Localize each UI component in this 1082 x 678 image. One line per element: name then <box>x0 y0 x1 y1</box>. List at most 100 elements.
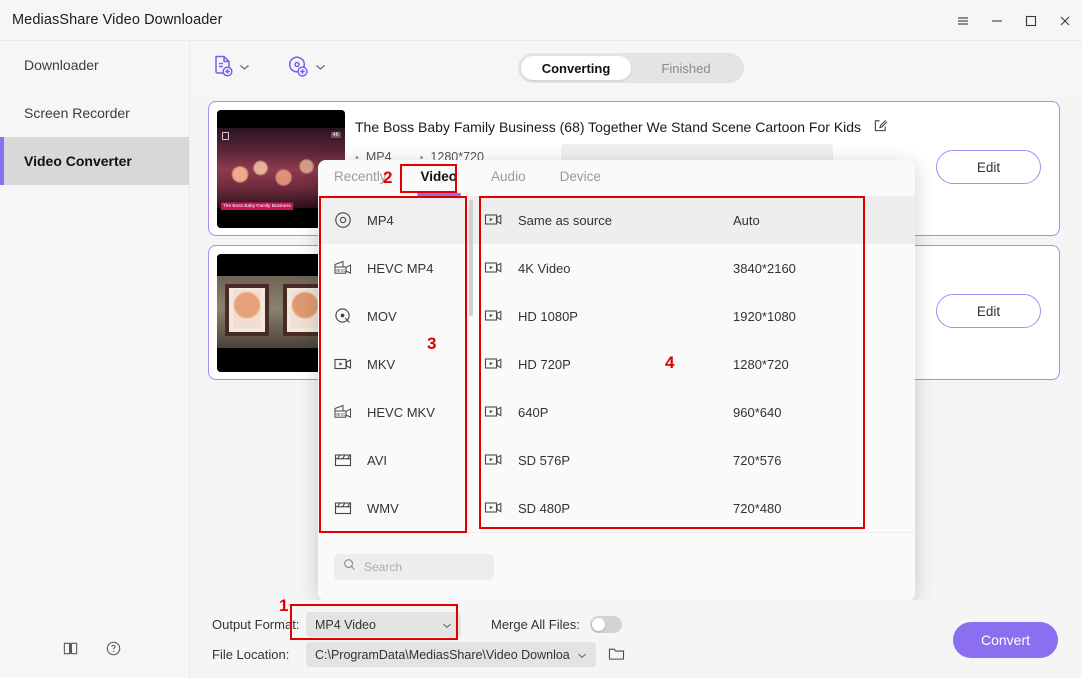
disc-icon <box>332 209 354 231</box>
format-search-bar <box>318 532 915 601</box>
edit-button-label: Edit <box>977 304 1000 319</box>
video-icon <box>484 356 504 372</box>
tab-device[interactable]: Device <box>560 169 601 187</box>
format-item-label: HEVC MKV <box>367 405 435 420</box>
quality-item-resolution: 1280*720 <box>733 357 789 372</box>
add-file-button[interactable] <box>212 54 250 83</box>
quality-item-sd-576p[interactable]: SD 576P 720*576 <box>468 436 915 484</box>
convert-button-label: Convert <box>981 632 1030 648</box>
file-location-select[interactable]: C:\ProgramData\MediasShare\Video Downloa <box>306 642 596 667</box>
quality-item-sd-480p[interactable]: SD 480P 720*480 <box>468 484 915 532</box>
thumbnail-hd-badge: 4K <box>331 132 341 138</box>
output-format-select[interactable]: MP4 Video <box>306 612 461 637</box>
file-location-row: File Location: C:\ProgramData\MediasShar… <box>212 642 625 667</box>
format-item-label: WMV <box>367 501 399 516</box>
add-disc-chevron-down-icon[interactable] <box>315 63 326 74</box>
quality-list[interactable]: Same as source Auto 4K Video 3840*2160 <box>468 196 915 532</box>
book-icon[interactable] <box>62 640 79 662</box>
clapper-icon <box>332 497 354 519</box>
format-picker-body: MP4 HEVC HEVC MP4 <box>318 196 915 532</box>
title-bar: MediasShare Video Downloader <box>0 0 1082 41</box>
quality-item-label: HD 720P <box>518 357 733 372</box>
format-item-label: HEVC MP4 <box>367 261 433 276</box>
sidebar-item-downloader[interactable]: Downloader <box>0 41 189 89</box>
tab-finished[interactable]: Finished <box>631 56 741 80</box>
add-file-icon <box>212 54 234 83</box>
quality-item-640p[interactable]: 640P 960*640 <box>468 388 915 436</box>
format-item-mov[interactable]: MOV <box>318 292 467 340</box>
search-box[interactable] <box>334 554 494 580</box>
tab-device-label: Device <box>560 169 601 184</box>
quality-item-resolution: 720*480 <box>733 501 781 516</box>
sidebar-bottom-icons <box>0 640 190 662</box>
sidebar-item-label: Screen Recorder <box>24 105 130 121</box>
search-icon <box>343 558 356 576</box>
quality-item-label: Same as source <box>518 213 733 228</box>
card-title-row: The Boss Baby Family Business (68) Toget… <box>355 118 888 136</box>
output-format-label: Output Format: <box>212 617 306 632</box>
format-item-hevc-mp4[interactable]: HEVC HEVC MP4 <box>318 244 467 292</box>
merge-all-files-toggle[interactable] <box>590 616 622 633</box>
quality-item-resolution: Auto <box>733 213 760 228</box>
sidebar: Downloader Screen Recorder Video Convert… <box>0 41 190 678</box>
format-list-scrollbar[interactable] <box>468 198 473 528</box>
quality-item-same-as-source[interactable]: Same as source Auto <box>468 196 915 244</box>
app-window: MediasShare Video Downloader Downloader … <box>0 0 1082 678</box>
quality-item-4k-video[interactable]: 4K Video 3840*2160 <box>468 244 915 292</box>
video-icon <box>484 308 504 324</box>
search-input[interactable] <box>364 560 485 574</box>
tab-audio[interactable]: Audio <box>491 169 526 187</box>
quality-item-resolution: 720*576 <box>733 453 781 468</box>
edit-button[interactable]: Edit <box>936 150 1041 184</box>
quality-item-label: SD 576P <box>518 453 733 468</box>
chevron-down-icon <box>577 648 587 662</box>
maximize-icon[interactable] <box>1014 0 1048 41</box>
tab-video[interactable]: Video <box>421 169 458 187</box>
output-format-value: MP4 Video <box>315 618 376 632</box>
camera-icon <box>332 353 354 375</box>
format-list[interactable]: MP4 HEVC HEVC MP4 <box>318 196 468 532</box>
video-icon <box>484 500 504 516</box>
convert-button[interactable]: Convert <box>953 622 1058 658</box>
format-item-mp4[interactable]: MP4 <box>318 196 467 244</box>
menu-icon[interactable] <box>946 0 980 41</box>
quality-item-resolution: 960*640 <box>733 405 781 420</box>
help-icon[interactable] <box>105 640 122 662</box>
quality-item-resolution: 1920*1080 <box>733 309 796 324</box>
scrollbar-thumb[interactable] <box>469 200 473 316</box>
folder-icon[interactable] <box>608 646 625 664</box>
thumbnail-delete-icon[interactable] <box>222 132 229 140</box>
add-disc-icon <box>286 54 310 83</box>
close-icon[interactable] <box>1048 0 1082 41</box>
format-picker-tabs: Recently Video Audio Device <box>318 160 915 196</box>
edit-button[interactable]: Edit <box>936 294 1041 328</box>
add-file-chevron-down-icon[interactable] <box>239 63 250 74</box>
video-icon <box>484 404 504 420</box>
format-item-label: MP4 <box>367 213 394 228</box>
converting-finished-segmented-control: Converting Finished <box>518 53 744 83</box>
format-item-mkv[interactable]: MKV <box>318 340 467 388</box>
tab-recently[interactable]: Recently <box>334 169 387 187</box>
tab-recently-label: Recently <box>334 169 387 184</box>
tab-converting[interactable]: Converting <box>521 56 631 80</box>
video-icon <box>484 260 504 276</box>
quality-item-label: 4K Video <box>518 261 733 276</box>
clapper-icon <box>332 449 354 471</box>
tab-audio-label: Audio <box>491 169 526 184</box>
add-disc-button[interactable] <box>286 54 326 83</box>
format-item-wmv[interactable]: WMV <box>318 484 467 532</box>
edit-title-icon[interactable] <box>873 118 888 136</box>
format-item-avi[interactable]: AVI <box>318 436 467 484</box>
sidebar-item-screen-recorder[interactable]: Screen Recorder <box>0 89 189 137</box>
hevc-icon: HEVC <box>332 257 354 279</box>
quality-item-hd-720p[interactable]: HD 720P 1280*720 <box>468 340 915 388</box>
sidebar-item-video-converter[interactable]: Video Converter <box>0 137 189 185</box>
svg-text:HEVC: HEVC <box>334 412 346 417</box>
minimize-icon[interactable] <box>980 0 1014 41</box>
toolbar: Converting Finished <box>190 41 1082 95</box>
annotation-number-1: 1 <box>279 596 288 616</box>
video-icon <box>484 452 504 468</box>
format-item-hevc-mkv[interactable]: HEVC HEVC MKV <box>318 388 467 436</box>
quality-item-hd-1080p[interactable]: HD 1080P 1920*1080 <box>468 292 915 340</box>
output-format-row: Output Format: MP4 Video Merge All Files… <box>212 612 622 637</box>
